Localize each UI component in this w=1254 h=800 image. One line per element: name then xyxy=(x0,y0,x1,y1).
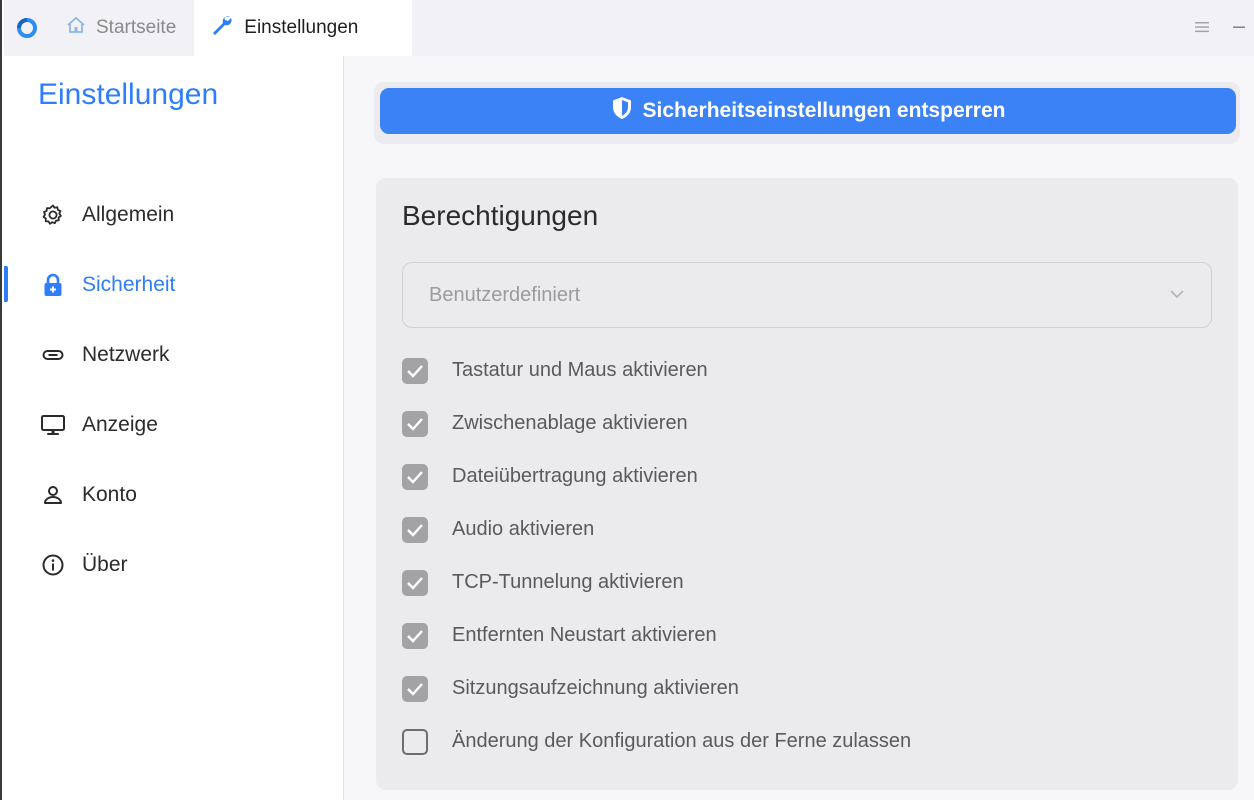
sidebar-item-label: Allgemein xyxy=(82,203,175,226)
checkbox-label: Tastatur und Maus aktivieren xyxy=(452,359,708,381)
checkbox-label: TCP-Tunnelung aktivieren xyxy=(452,571,684,593)
tab-label: Einstellungen xyxy=(244,17,359,38)
title-bar: Startseite Einstellungen xyxy=(4,0,1254,56)
checkbox-label: Entfernten Neustart aktivieren xyxy=(452,624,717,646)
sidebar-item-netzwerk[interactable]: Netzwerk xyxy=(4,320,343,390)
permissions-checklist: Tastatur und Maus aktivieren Zwischenabl… xyxy=(402,344,1222,768)
checkbox-tcp-tunneling[interactable]: TCP-Tunnelung aktivieren xyxy=(402,556,1222,609)
user-icon xyxy=(40,482,66,508)
unlock-panel: Sicherheitseinstellungen entsperren xyxy=(374,82,1240,144)
checkbox-checked-icon[interactable] xyxy=(402,675,428,702)
checkbox-checked-icon[interactable] xyxy=(402,410,428,437)
minimize-icon[interactable] xyxy=(1232,17,1246,40)
monitor-icon xyxy=(40,412,66,438)
sidebar-item-label: Über xyxy=(82,553,128,576)
sidebar-item-label: Sicherheit xyxy=(82,273,176,296)
info-icon xyxy=(40,552,66,578)
checkbox-audio[interactable]: Audio aktivieren xyxy=(402,503,1222,556)
tab-einstellungen[interactable]: Einstellungen xyxy=(194,0,413,56)
menu-icon[interactable] xyxy=(1194,17,1210,40)
home-icon xyxy=(66,16,86,40)
checkbox-session-recording[interactable]: Sitzungsaufzeichnung aktivieren xyxy=(402,662,1222,715)
sidebar-item-sicherheit[interactable]: Sicherheit xyxy=(4,250,343,320)
wrench-icon xyxy=(210,13,234,43)
checkbox-checked-icon[interactable] xyxy=(402,357,428,384)
permissions-title: Berechtigungen xyxy=(402,200,599,231)
sidebar-item-label: Netzwerk xyxy=(82,343,170,366)
permissions-card: Berechtigungen Benutzerdefiniert Tastatu… xyxy=(376,178,1238,790)
checkbox-checked-icon[interactable] xyxy=(402,516,428,543)
permission-preset-select[interactable]: Benutzerdefiniert xyxy=(402,262,1212,328)
checkbox-remote-restart[interactable]: Entfernten Neustart aktivieren xyxy=(402,609,1222,662)
checkbox-unchecked-icon[interactable] xyxy=(402,728,428,755)
link-icon xyxy=(40,342,66,368)
tab-label: Startseite xyxy=(96,17,177,38)
permission-preset-value: Benutzerdefiniert xyxy=(429,283,581,306)
checkbox-checked-icon[interactable] xyxy=(402,622,428,649)
checkbox-label: Zwischenablage aktivieren xyxy=(452,412,688,434)
tab-startseite[interactable]: Startseite xyxy=(50,0,194,56)
app-logo-icon xyxy=(4,0,50,56)
sidebar-nav: Allgemein Sicherheit Netzwerk Anzeige Ko… xyxy=(4,180,343,600)
sidebar-item-konto[interactable]: Konto xyxy=(4,460,343,530)
sidebar-item-allgemein[interactable]: Allgemein xyxy=(4,180,343,250)
checkbox-label: Änderung der Konfiguration aus der Ferne… xyxy=(452,730,912,752)
sidebar-title: Einstellungen xyxy=(38,78,219,111)
checkbox-clipboard[interactable]: Zwischenablage aktivieren xyxy=(402,397,1222,450)
checkbox-file-transfer[interactable]: Dateiübertragung aktivieren xyxy=(402,450,1222,503)
sidebar-item-anzeige[interactable]: Anzeige xyxy=(4,390,343,460)
sidebar-item-label: Anzeige xyxy=(82,413,158,436)
chevron-down-icon xyxy=(1169,286,1185,304)
checkbox-label: Audio aktivieren xyxy=(452,518,595,540)
unlock-security-button[interactable]: Sicherheitseinstellungen entsperren xyxy=(380,88,1236,134)
checkbox-remote-config-change[interactable]: Änderung der Konfiguration aus der Ferne… xyxy=(402,715,1222,768)
main-content: Sicherheitseinstellungen entsperren Bere… xyxy=(344,56,1254,800)
checkbox-label: Dateiübertragung aktivieren xyxy=(452,465,698,487)
shield-icon xyxy=(611,96,633,126)
gear-icon xyxy=(40,202,66,228)
sidebar-item-label: Konto xyxy=(82,483,137,506)
checkbox-checked-icon[interactable] xyxy=(402,569,428,596)
sidebar-item-ueber[interactable]: Über xyxy=(4,530,343,600)
lock-icon xyxy=(40,272,66,298)
checkbox-keyboard-mouse[interactable]: Tastatur und Maus aktivieren xyxy=(402,344,1222,397)
app-window: Startseite Einstellungen Einstellungen A… xyxy=(0,0,1254,800)
checkbox-label: Sitzungsaufzeichnung aktivieren xyxy=(452,677,739,699)
unlock-button-label: Sicherheitseinstellungen entsperren xyxy=(642,99,1006,122)
sidebar: Einstellungen Allgemein Sicherheit Netzw… xyxy=(4,56,344,800)
checkbox-checked-icon[interactable] xyxy=(402,463,428,490)
